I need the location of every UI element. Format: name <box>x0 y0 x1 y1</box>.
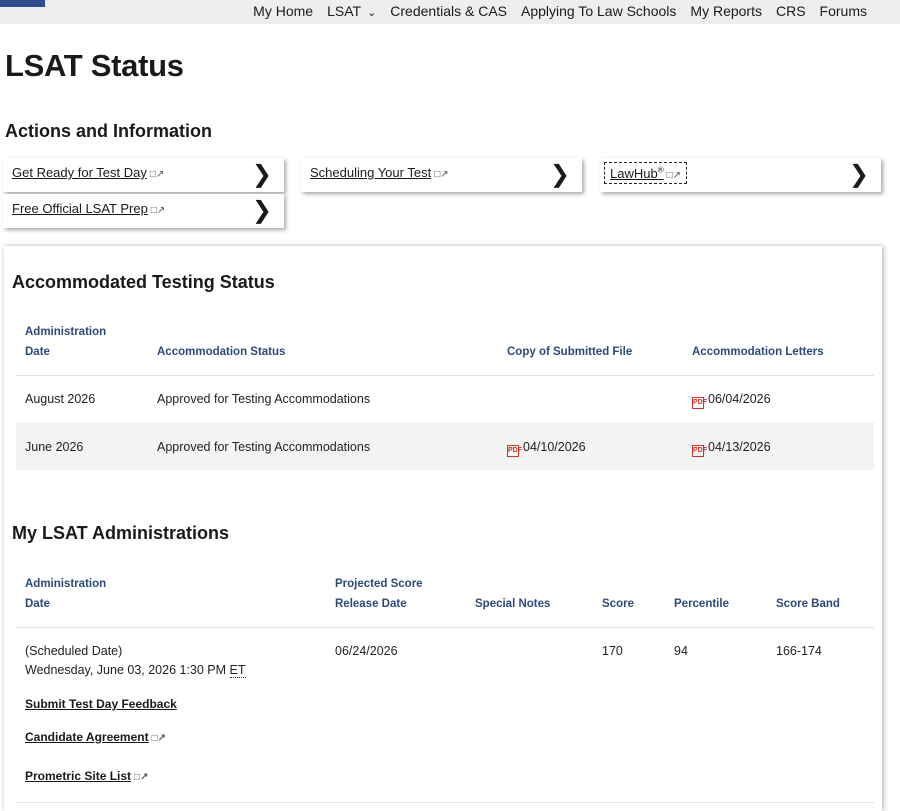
get-ready-label: Get Ready for Test Day <box>12 165 147 180</box>
free-prep-label: Free Official LSAT Prep <box>12 201 148 216</box>
admin-th-date-1: Administration <box>25 578 107 590</box>
admin-th-date: Administration Date <box>25 574 106 614</box>
accom-th-letters: Accommodation Letters <box>692 346 824 358</box>
accom-row2-letter[interactable]: PDF04/13/2026 <box>692 440 771 457</box>
accom-row1-letter[interactable]: PDF06/04/2026 <box>692 392 771 409</box>
admin-th-band: Score Band <box>776 598 840 610</box>
get-ready-link[interactable]: Get Ready for Test Day □↗ <box>12 165 164 180</box>
accom-row2-letter-date: 04/13/2026 <box>708 440 771 454</box>
page-title: LSAT Status <box>5 48 184 83</box>
accom-row1-status: Approved for Testing Accommodations <box>157 392 371 406</box>
admin-th-notes: Special Notes <box>475 598 551 610</box>
chevron-right-icon: ❯ <box>848 160 869 188</box>
admin-th-percentile: Percentile <box>674 598 729 610</box>
pdf-icon: PDF <box>692 445 707 457</box>
accom-th-admin: Administration Date <box>25 322 106 362</box>
pdf-icon: PDF <box>692 397 707 409</box>
accom-th-copy: Copy of Submitted File <box>507 346 633 358</box>
admin-date-value: Wednesday, June 03, 2026 1:30 PM ET <box>25 663 246 678</box>
divider <box>16 375 874 376</box>
nav-lsat-label: LSAT <box>327 3 362 19</box>
lawhub-label: LawHub <box>610 166 658 181</box>
nav-credentials-cas[interactable]: Credentials & CAS <box>383 3 514 21</box>
divider <box>16 802 874 803</box>
admin-score-band: 166-174 <box>776 644 822 658</box>
card-lawhub[interactable]: LawHub® □↗ ❯ <box>600 158 881 192</box>
external-link-icon: □↗ <box>150 205 166 216</box>
admin-date-label: (Scheduled Date) <box>25 644 123 658</box>
accom-row2-copy-date: 04/10/2026 <box>523 440 586 454</box>
prometric-site-link[interactable]: Prometric Site List □↗ <box>25 769 148 783</box>
nav-my-reports[interactable]: My Reports <box>683 3 769 21</box>
accom-row2-date: June 2026 <box>25 440 84 454</box>
nav-my-home[interactable]: My Home <box>246 3 320 21</box>
card-free-prep[interactable]: Free Official LSAT Prep □↗ ❯ <box>3 194 284 228</box>
chevron-right-icon: ❯ <box>251 196 272 224</box>
accom-row1-date: August 2026 <box>25 392 96 406</box>
logo[interactable] <box>0 0 45 7</box>
admin-percentile: 94 <box>674 644 688 658</box>
lawhub-link[interactable]: LawHub® □↗ <box>610 166 681 181</box>
prometric-site-label: Prometric Site List <box>25 769 132 783</box>
nav-crs[interactable]: CRS <box>769 3 813 21</box>
pdf-icon: PDF <box>507 445 522 457</box>
focus-ring: LawHub® □↗ <box>604 162 688 184</box>
accom-th-admin-2: Date <box>25 346 50 358</box>
card-get-ready[interactable]: Get Ready for Test Day □↗ ❯ <box>3 158 284 192</box>
chevron-right-icon: ❯ <box>549 160 570 188</box>
card-scheduling[interactable]: Scheduling Your Test □↗ ❯ <box>301 158 582 192</box>
accom-row1-letter-date: 06/04/2026 <box>708 392 771 406</box>
admin-th-date-2: Date <box>25 598 50 610</box>
submit-feedback-link[interactable]: Submit Test Day Feedback <box>25 697 177 711</box>
admin-th-release-1: Projected Score <box>335 578 423 590</box>
accom-th-status: Accommodation Status <box>157 346 286 358</box>
nav-applying[interactable]: Applying To Law Schools <box>514 3 683 21</box>
candidate-agreement-link[interactable]: Candidate Agreement □↗ <box>25 730 166 744</box>
scheduling-label: Scheduling Your Test <box>310 165 432 180</box>
free-prep-link[interactable]: Free Official LSAT Prep □↗ <box>12 201 165 216</box>
accom-row2-status: Approved for Testing Accommodations <box>157 440 371 454</box>
divider <box>16 627 874 628</box>
scheduling-link[interactable]: Scheduling Your Test □↗ <box>310 165 449 180</box>
external-link-icon: □↗ <box>151 733 167 744</box>
admin-th-release-2: Release Date <box>335 598 407 610</box>
actions-title: Actions and Information <box>5 121 212 141</box>
external-link-icon: □↗ <box>434 169 449 180</box>
top-nav: My Home LSAT ⌄ Credentials & CAS Applying… <box>0 0 900 24</box>
administrations-title: My LSAT Administrations <box>12 523 230 543</box>
registered-mark: ® <box>657 165 664 175</box>
nav-lsat[interactable]: LSAT ⌄ <box>320 3 383 21</box>
admin-th-release: Projected Score Release Date <box>335 574 423 614</box>
admin-th-score: Score <box>602 598 634 610</box>
external-link-icon: □↗ <box>666 170 682 181</box>
admin-date-text: Wednesday, June 03, 2026 1:30 PM <box>25 663 227 677</box>
accom-row2-copy[interactable]: PDF04/10/2026 <box>507 440 586 457</box>
nav-items: My Home LSAT ⌄ Credentials & CAS Applying… <box>246 3 874 21</box>
chevron-down-icon: ⌄ <box>367 7 377 19</box>
accom-th-admin-1: Administration <box>25 326 107 338</box>
external-link-icon: □↗ <box>134 772 149 783</box>
chevron-right-icon: ❯ <box>251 160 272 188</box>
admin-score: 170 <box>602 644 623 658</box>
external-link-icon: □↗ <box>149 169 165 180</box>
nav-forums[interactable]: Forums <box>813 3 874 21</box>
accommodated-title: Accommodated Testing Status <box>12 272 275 292</box>
admin-release-date: 06/24/2026 <box>335 644 398 658</box>
candidate-agreement-label: Candidate Agreement <box>25 730 149 744</box>
status-panel: Accommodated Testing Status Administrati… <box>4 246 882 811</box>
timezone-abbr[interactable]: ET <box>229 663 246 678</box>
